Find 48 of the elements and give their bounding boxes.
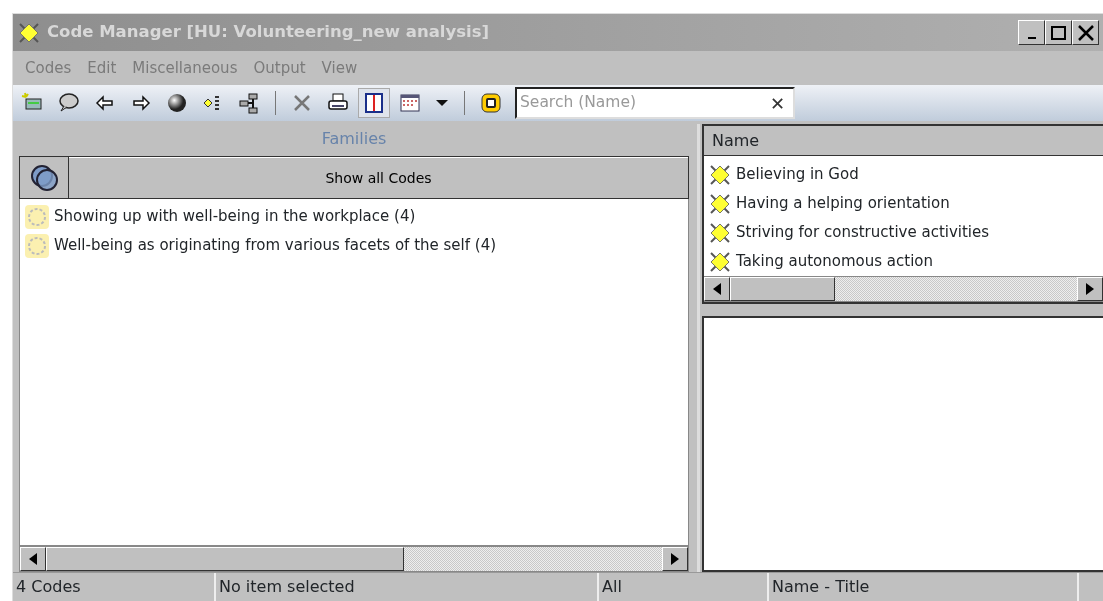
status-cell: No item selected (216, 573, 599, 601)
circles-icon (29, 162, 59, 193)
code-item[interactable]: Striving for constructive activities (736, 221, 990, 244)
family-icon (24, 232, 50, 259)
code-icon (708, 220, 732, 245)
status-cell: Name - Title (769, 573, 1079, 601)
toolbar-button[interactable] (358, 88, 390, 118)
scroll-left-button[interactable] (20, 547, 46, 571)
code-item[interactable]: Believing in God (736, 163, 859, 186)
tree-icon (237, 91, 261, 115)
scroll-left-button[interactable] (704, 277, 730, 301)
horizontal-scrollbar[interactable] (19, 546, 689, 572)
status-cell: All (599, 573, 769, 601)
minimize-icon (1027, 36, 1036, 39)
close-icon (1077, 24, 1094, 41)
horizontal-scrollbar[interactable] (704, 276, 1103, 302)
code-icon (708, 249, 732, 274)
clear-button[interactable]: ✕ (761, 89, 793, 117)
right-arrow-icon (1086, 283, 1094, 295)
right-arrow-icon (671, 553, 679, 565)
frame-icon (479, 91, 503, 115)
code-icon (17, 20, 41, 45)
panel-title: Families (320, 128, 388, 150)
maximize-icon (1051, 25, 1066, 40)
code-item[interactable]: Having a helping orientation (736, 192, 950, 215)
window-title: Code Manager [HU: Volunteering_new analysis] (47, 21, 489, 44)
search-field[interactable]: Search (Name) ✕ (515, 87, 795, 119)
code-icon (708, 162, 732, 187)
family-icon (24, 203, 50, 230)
sphere-icon (165, 91, 189, 115)
family-item[interactable]: Well-being as originating from various facets of the self (4) (54, 234, 497, 257)
minimize-button[interactable] (1018, 20, 1045, 45)
scroll-right-button[interactable] (1077, 277, 1103, 301)
column-header[interactable]: Name (704, 126, 1103, 156)
scroll-thumb[interactable] (46, 547, 404, 571)
status-cell: 4 Codes (13, 573, 216, 601)
close-button[interactable] (1072, 20, 1099, 45)
code-icon (708, 191, 732, 216)
left-arrow-icon (713, 283, 721, 295)
calendar-icon (398, 91, 422, 115)
scroll-right-button[interactable] (662, 547, 688, 571)
code-item[interactable]: Taking autonomous action (736, 250, 933, 273)
maximize-button[interactable] (1045, 20, 1072, 45)
family-item[interactable]: Showing up with well-being in the workplace (4) (54, 205, 416, 228)
caret-icon (436, 100, 448, 106)
left-arrow-icon (29, 553, 37, 565)
split-view-icon (362, 91, 386, 115)
scroll-thumb[interactable] (730, 277, 835, 301)
